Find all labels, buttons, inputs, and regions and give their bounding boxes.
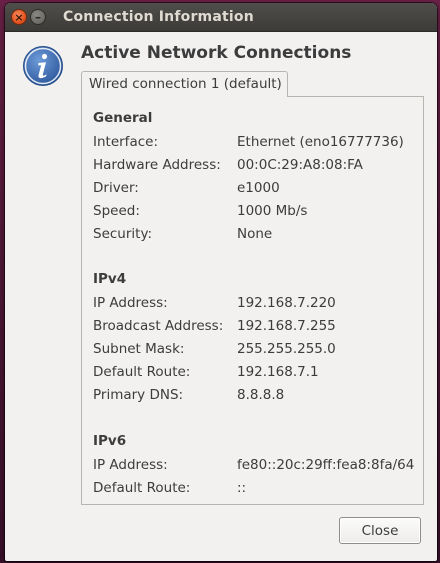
ipv4-primary-dns-value: 8.8.8.8 [237, 387, 285, 403]
info-icon [23, 46, 63, 86]
title-bar[interactable]: × – Connection Information [5, 3, 437, 32]
ipv6-ip-address-label: IP Address: [93, 457, 168, 473]
section-title-ipv4: IPv4 [93, 271, 127, 287]
general-hardware-address-value: 00:0C:29:A8:08:FA [237, 157, 363, 173]
general-driver-value: e1000 [237, 180, 280, 196]
minimize-icon: – [35, 10, 41, 24]
general-speed-value: 1000 Mb/s [237, 203, 308, 219]
general-hardware-address-label: Hardware Address: [93, 157, 221, 173]
ipv4-ip-address-value: 192.168.7.220 [237, 295, 336, 311]
ipv4-ip-address-label: IP Address: [93, 295, 168, 311]
ipv4-broadcast-address-value: 192.168.7.255 [237, 318, 336, 334]
ipv4-broadcast-address-label: Broadcast Address: [93, 318, 224, 334]
window-title: Connection Information [63, 9, 254, 25]
general-interface-label: Interface: [93, 134, 158, 150]
general-security-value: None [237, 226, 273, 242]
ipv6-default-route-value: :: [237, 480, 247, 496]
dialog-heading: Active Network Connections [81, 43, 352, 63]
ipv4-subnet-mask-value: 255.255.255.0 [237, 341, 336, 357]
close-icon: × [14, 10, 24, 24]
connection-information-window: × – Connection Information Active Networ… [5, 3, 437, 561]
minimize-window-button[interactable]: – [30, 9, 46, 25]
section-title-ipv6: IPv6 [93, 433, 127, 449]
close-window-button[interactable]: × [11, 9, 27, 25]
ipv4-default-route-value: 192.168.7.1 [237, 364, 319, 380]
tab-wired-connection-1[interactable]: Wired connection 1 (default) [81, 71, 288, 97]
general-speed-label: Speed: [93, 203, 140, 219]
ipv4-primary-dns-label: Primary DNS: [93, 387, 184, 403]
general-interface-value: Ethernet (eno16777736) [237, 134, 404, 150]
connection-details-panel: General Interface: Ethernet (eno16777736… [81, 96, 424, 505]
section-title-general: General [93, 110, 153, 126]
ipv6-default-route-label: Default Route: [93, 480, 191, 496]
general-driver-label: Driver: [93, 180, 139, 196]
ipv6-ip-address-value: fe80::20c:29ff:fea8:8fa/64 [237, 457, 415, 473]
close-button[interactable]: Close [339, 517, 421, 544]
general-security-label: Security: [93, 226, 153, 242]
ipv4-default-route-label: Default Route: [93, 364, 191, 380]
ipv4-subnet-mask-label: Subnet Mask: [93, 341, 185, 357]
